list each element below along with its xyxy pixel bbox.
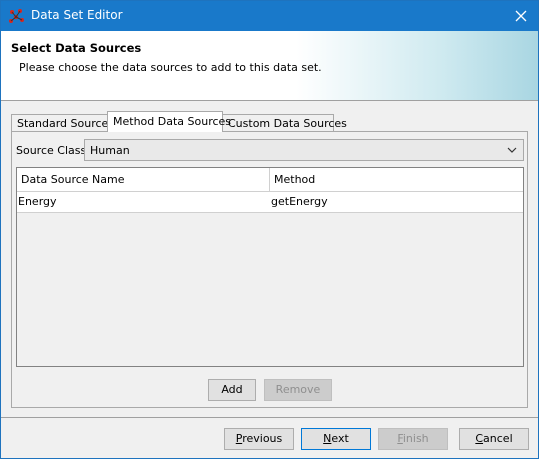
cell-data-source-name[interactable]: Energy xyxy=(17,192,269,212)
window-title: Data Set Editor xyxy=(31,8,123,22)
footer-separator xyxy=(1,417,538,418)
table-row[interactable]: Energy getEnergy xyxy=(17,192,523,213)
column-header-method[interactable]: Method xyxy=(270,168,523,191)
previous-label: revious xyxy=(242,432,283,445)
molecule-icon xyxy=(9,9,24,23)
dialog-window: Data Set Editor Select Data Sources Plea… xyxy=(0,0,539,459)
column-header-name[interactable]: Data Source Name xyxy=(17,168,269,191)
tab-custom-data-sources[interactable]: Custom Data Sources xyxy=(222,114,347,132)
data-sources-table[interactable]: Data Source Name Method Energy getEnergy xyxy=(16,167,524,367)
cancel-label: ancel xyxy=(483,432,513,445)
cancel-mnemonic: C xyxy=(475,432,484,445)
tab-panel: Source Class: Human Data Source Name Met… xyxy=(11,131,528,408)
title-bar[interactable]: Data Set Editor xyxy=(1,1,538,31)
source-class-label: Source Class: xyxy=(16,144,90,157)
close-button[interactable] xyxy=(504,1,538,31)
previous-button[interactable]: Previous xyxy=(224,428,294,450)
chevron-down-icon xyxy=(507,147,517,153)
cancel-button[interactable]: Cancel xyxy=(459,428,529,450)
tab-method-data-sources[interactable]: Method Data Sources xyxy=(107,111,231,132)
tab-standard-sources[interactable]: Standard Sources xyxy=(11,114,114,132)
finish-button[interactable]: Finish xyxy=(378,428,448,450)
banner-description: Please choose the data sources to add to… xyxy=(19,61,322,74)
next-button[interactable]: Next xyxy=(301,428,371,450)
cell-method[interactable]: getEnergy xyxy=(270,192,523,212)
add-button[interactable]: Add xyxy=(208,379,256,401)
remove-button[interactable]: Remove xyxy=(264,379,332,401)
source-class-dropdown[interactable]: Human xyxy=(84,139,524,161)
table-header: Data Source Name Method xyxy=(17,168,523,192)
banner-heading: Select Data Sources xyxy=(11,41,142,55)
close-icon xyxy=(515,10,527,22)
next-label: ext xyxy=(331,432,349,445)
finish-label: inish xyxy=(402,432,429,445)
header-banner: Select Data Sources Please choose the da… xyxy=(1,31,538,101)
source-class-value: Human xyxy=(90,144,130,157)
